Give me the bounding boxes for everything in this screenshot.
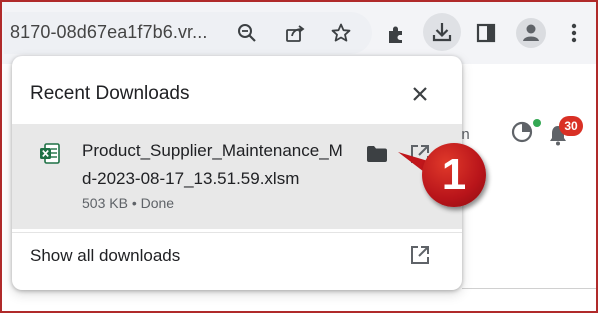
download-file-name[interactable]: Product_Supplier_Maintenance_Md-2023-08-… — [82, 137, 350, 193]
share-icon[interactable] — [284, 22, 306, 44]
close-icon — [413, 87, 427, 101]
download-icon[interactable] — [431, 21, 453, 43]
downloads-title: Recent Downloads — [30, 83, 190, 104]
download-item[interactable]: Product_Supplier_Maintenance_Md-2023-08-… — [12, 124, 462, 229]
external-link-icon[interactable] — [410, 245, 430, 270]
extensions-icon[interactable] — [385, 23, 407, 45]
zoom-icon[interactable] — [237, 23, 257, 43]
profile-icon[interactable] — [516, 18, 546, 48]
side-panel-icon[interactable] — [476, 23, 496, 43]
url-text[interactable]: 8170-08d67ea1f7b6.vr... — [10, 22, 207, 43]
excel-file-icon — [38, 142, 62, 171]
downloads-bubble: Recent Downloads Product_Supplier_Mainte… — [12, 56, 462, 290]
close-button[interactable] — [410, 84, 430, 104]
screenshot-frame: 8170-08d67ea1f7b6.vr... in 30 Recent Dow… — [0, 0, 598, 313]
download-status: 503 KB • Done — [82, 195, 175, 211]
page-divider — [462, 288, 596, 289]
status-dot — [533, 119, 541, 127]
show-in-folder-button[interactable] — [366, 145, 388, 168]
browser-toolbar: 8170-08d67ea1f7b6.vr... — [2, 2, 596, 64]
notification-count-badge: 30 — [559, 116, 583, 136]
address-bar[interactable]: 8170-08d67ea1f7b6.vr... — [4, 12, 372, 54]
show-all-downloads-link[interactable]: Show all downloads — [30, 246, 180, 266]
folder-icon — [367, 146, 387, 162]
menu-icon[interactable] — [570, 22, 578, 44]
bookmark-star-icon[interactable] — [330, 22, 352, 44]
bubble-divider — [12, 232, 462, 233]
activity-icon[interactable] — [510, 120, 534, 144]
callout-badge: 1 — [422, 143, 486, 207]
